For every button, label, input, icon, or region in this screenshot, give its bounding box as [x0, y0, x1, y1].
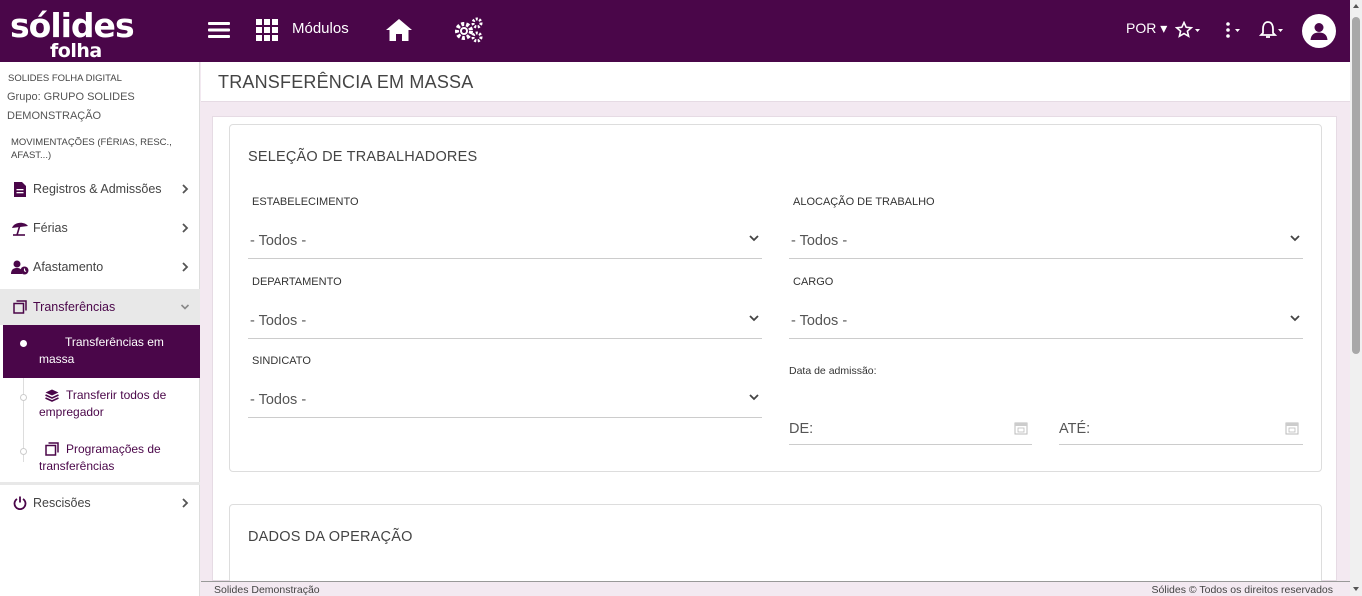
calendar-icon[interactable]	[1014, 421, 1028, 435]
modules-label[interactable]: Módulos	[292, 20, 349, 37]
sidebar-item-rescisoes[interactable]: Rescisões	[0, 485, 200, 521]
calendar-icon[interactable]	[1285, 421, 1299, 435]
union-value: - Todos -	[250, 392, 307, 408]
solides-logo[interactable]: sólides folha digital	[10, 6, 170, 84]
sidebar-item-afastamento[interactable]: Afastamento	[0, 249, 200, 285]
establishment-select[interactable]: - Todos -	[248, 223, 762, 259]
chevron-right-icon	[182, 498, 189, 508]
scroll-up-arrow-icon[interactable]	[1353, 4, 1359, 8]
admission-to-field[interactable]: ATÉ:	[1059, 411, 1303, 445]
timeline-dot	[20, 340, 27, 347]
allocation-label: ALOCAÇÃO DE TRABALHO	[793, 196, 935, 208]
admission-to-placeholder: ATÉ:	[1059, 421, 1091, 437]
establishment-value: - Todos -	[250, 233, 307, 249]
home-icon[interactable]	[384, 16, 414, 44]
chevron-right-icon	[182, 262, 189, 272]
sidebar-item-label: Transferências	[33, 300, 116, 314]
sidebar-item-label: Registros & Admissões	[33, 182, 162, 196]
subitem-programacoes[interactable]: Programações de transferências	[3, 441, 200, 479]
chevron-down-icon	[749, 394, 759, 401]
chevron-down-icon	[1290, 315, 1300, 322]
sidebar: SOLIDES FOLHA DIGITAL Grupo: GRUPO SOLID…	[0, 62, 200, 596]
subitem-label: Programações de transferências	[39, 442, 161, 473]
chevron-right-icon	[182, 184, 189, 194]
position-value: - Todos -	[791, 313, 848, 329]
footer: Solides Demonstração Sólides © Todos os …	[201, 581, 1350, 596]
sidebar-item-ferias[interactable]: Férias	[0, 210, 200, 246]
copy-icon	[11, 299, 29, 315]
chevron-down-icon	[1290, 235, 1300, 242]
page-scrollbar[interactable]	[1350, 0, 1362, 596]
page-header: TRANSFERÊNCIA EM MASSA	[201, 62, 1350, 102]
language-label: POR	[1126, 20, 1157, 36]
subitem-transferencias-em-massa[interactable]: Transferências em massa	[3, 325, 200, 378]
department-label: DEPARTAMENTO	[252, 276, 342, 288]
subitem-label: Transferências em massa	[39, 335, 164, 366]
sidebar-section-title: MOVIMENTAÇÕES (FÉRIAS, RESC., AFAST...)	[11, 137, 172, 161]
user-clock-icon	[11, 259, 29, 275]
beach-umbrella-icon	[11, 220, 29, 236]
chevron-right-icon	[182, 223, 189, 233]
allocation-select[interactable]: - Todos -	[789, 223, 1303, 259]
document-icon	[11, 181, 29, 197]
scroll-down-arrow-icon[interactable]	[1353, 587, 1359, 591]
scroll-thumb[interactable]	[1352, 17, 1360, 354]
position-select[interactable]: - Todos -	[789, 303, 1303, 339]
sidebar-item-transferencias[interactable]: Transferências	[0, 289, 200, 325]
chevron-down-icon	[180, 304, 190, 310]
allocation-value: - Todos -	[791, 233, 848, 249]
user-avatar-icon[interactable]	[1302, 14, 1336, 48]
sidebar-item-registros[interactable]: Registros & Admissões	[0, 171, 200, 207]
hamburger-menu-icon[interactable]	[206, 18, 232, 42]
more-options-icon[interactable]	[1222, 18, 1244, 42]
notifications-bell-icon[interactable]	[1258, 17, 1286, 43]
position-label: CARGO	[793, 276, 834, 288]
admission-date-label: Data de admissão:	[789, 365, 877, 377]
footer-copyright: Sólides © Todos os direitos reservados	[1151, 584, 1333, 596]
selection-card-title: SELEÇÃO DE TRABALHADORES	[248, 149, 478, 165]
admission-from-placeholder: DE:	[789, 421, 814, 437]
subitem-transferir-todos[interactable]: Transferir todos de empregador	[3, 387, 200, 425]
chevron-down-icon	[749, 235, 759, 242]
sidebar-group: Grupo: GRUPO SOLIDES DEMONSTRAÇÃO	[7, 91, 135, 122]
establishment-label: ESTABELECIMENTO	[252, 196, 359, 208]
sidebar-item-label: Afastamento	[33, 260, 104, 274]
main-content: SELEÇÃO DE TRABALHADORES ESTABELECIMENTO…	[212, 116, 1337, 594]
union-select[interactable]: - Todos -	[248, 382, 762, 418]
settings-gears-icon[interactable]	[452, 15, 486, 45]
operation-card-title: DADOS DA OPERAÇÃO	[248, 529, 413, 545]
selection-card: SELEÇÃO DE TRABALHADORES ESTABELECIMENTO…	[229, 124, 1322, 472]
sidebar-company: SOLIDES FOLHA DIGITAL	[8, 73, 122, 84]
power-icon	[11, 495, 29, 511]
sidebar-item-label: Férias	[33, 221, 68, 235]
favorites-star-icon[interactable]	[1174, 18, 1202, 42]
timeline-dot	[20, 448, 27, 455]
union-label: SINDICATO	[252, 355, 311, 367]
subitem-label: Transferir todos de empregador	[39, 388, 167, 419]
admission-from-field[interactable]: DE:	[789, 411, 1032, 445]
sidebar-item-label: Rescisões	[33, 496, 91, 510]
department-value: - Todos -	[250, 313, 307, 329]
chevron-down-icon	[749, 315, 759, 322]
grid-icon	[256, 19, 278, 41]
department-select[interactable]: - Todos -	[248, 303, 762, 339]
timeline-dot	[20, 394, 27, 401]
top-navbar: sólides folha digital Módulos POR ▾	[0, 0, 1350, 84]
footer-company: Solides Demonstração	[214, 584, 320, 596]
language-selector[interactable]: POR ▾	[1126, 20, 1167, 37]
page-title: TRANSFERÊNCIA EM MASSA	[218, 72, 474, 92]
modules-button[interactable]	[255, 16, 279, 44]
